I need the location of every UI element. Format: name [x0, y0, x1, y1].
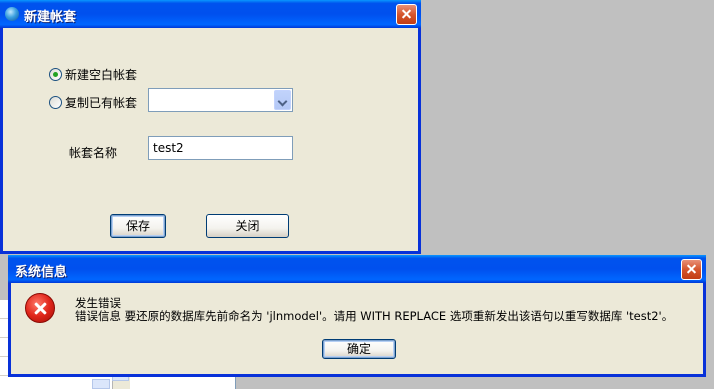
ok-button[interactable]: 确定 [322, 339, 396, 359]
dialog-title: 系统信息 [15, 265, 68, 280]
save-button[interactable]: 保存 [110, 214, 166, 238]
radio-button[interactable] [49, 96, 62, 109]
close-window-button[interactable] [681, 259, 702, 280]
error-message: 错误信息 要还原的数据库先前命名为 'jlnmodel'。请用 WITH REP… [75, 309, 674, 323]
title-bar[interactable]: 新建帐套 [0, 0, 421, 28]
radio-button-checked[interactable] [49, 68, 62, 81]
account-name-label: 帐套名称 [69, 146, 118, 160]
close-window-button[interactable] [396, 4, 417, 25]
existing-account-select[interactable] [148, 88, 293, 112]
radio-copy-existing[interactable]: 复制已有帐套 [49, 94, 137, 111]
chevron-down-icon[interactable] [274, 90, 291, 110]
radio-new-blank-label: 新建空白帐套 [65, 68, 138, 82]
scroll-right-arrow-icon[interactable] [92, 379, 110, 389]
radio-new-blank[interactable]: 新建空白帐套 [49, 66, 137, 83]
account-name-input[interactable]: test2 [148, 136, 293, 160]
system-info-dialog: 系统信息 发生错误 错误信息 要还原的数据库先前命名为 'jlnmodel'。请… [8, 255, 706, 377]
app-globe-icon [5, 7, 19, 21]
close-button[interactable]: 关闭 [206, 214, 289, 238]
error-icon [25, 293, 55, 323]
dialog-title: 新建帐套 [24, 10, 77, 25]
new-account-dialog: 新建帐套 新建空白帐套 复制已有帐套 帐套名称 test2 保存 关闭 [0, 0, 421, 254]
title-bar[interactable]: 系统信息 [8, 255, 706, 283]
radio-copy-existing-label: 复制已有帐套 [65, 96, 138, 110]
